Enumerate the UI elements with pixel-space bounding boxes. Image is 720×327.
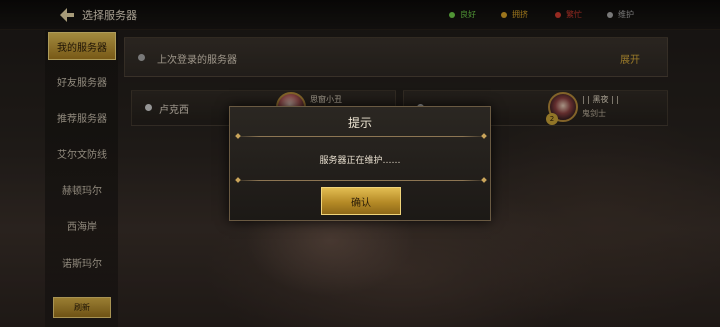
dialog-message: 服务器正在维护…… <box>319 156 401 166</box>
confirm-button[interactable]: 确认 <box>321 187 401 215</box>
maintenance-dialog: 提示 服务器正在维护…… 确认 <box>229 106 491 221</box>
divider <box>234 136 488 137</box>
divider <box>234 180 488 181</box>
dialog-title: 提示 <box>347 116 372 130</box>
